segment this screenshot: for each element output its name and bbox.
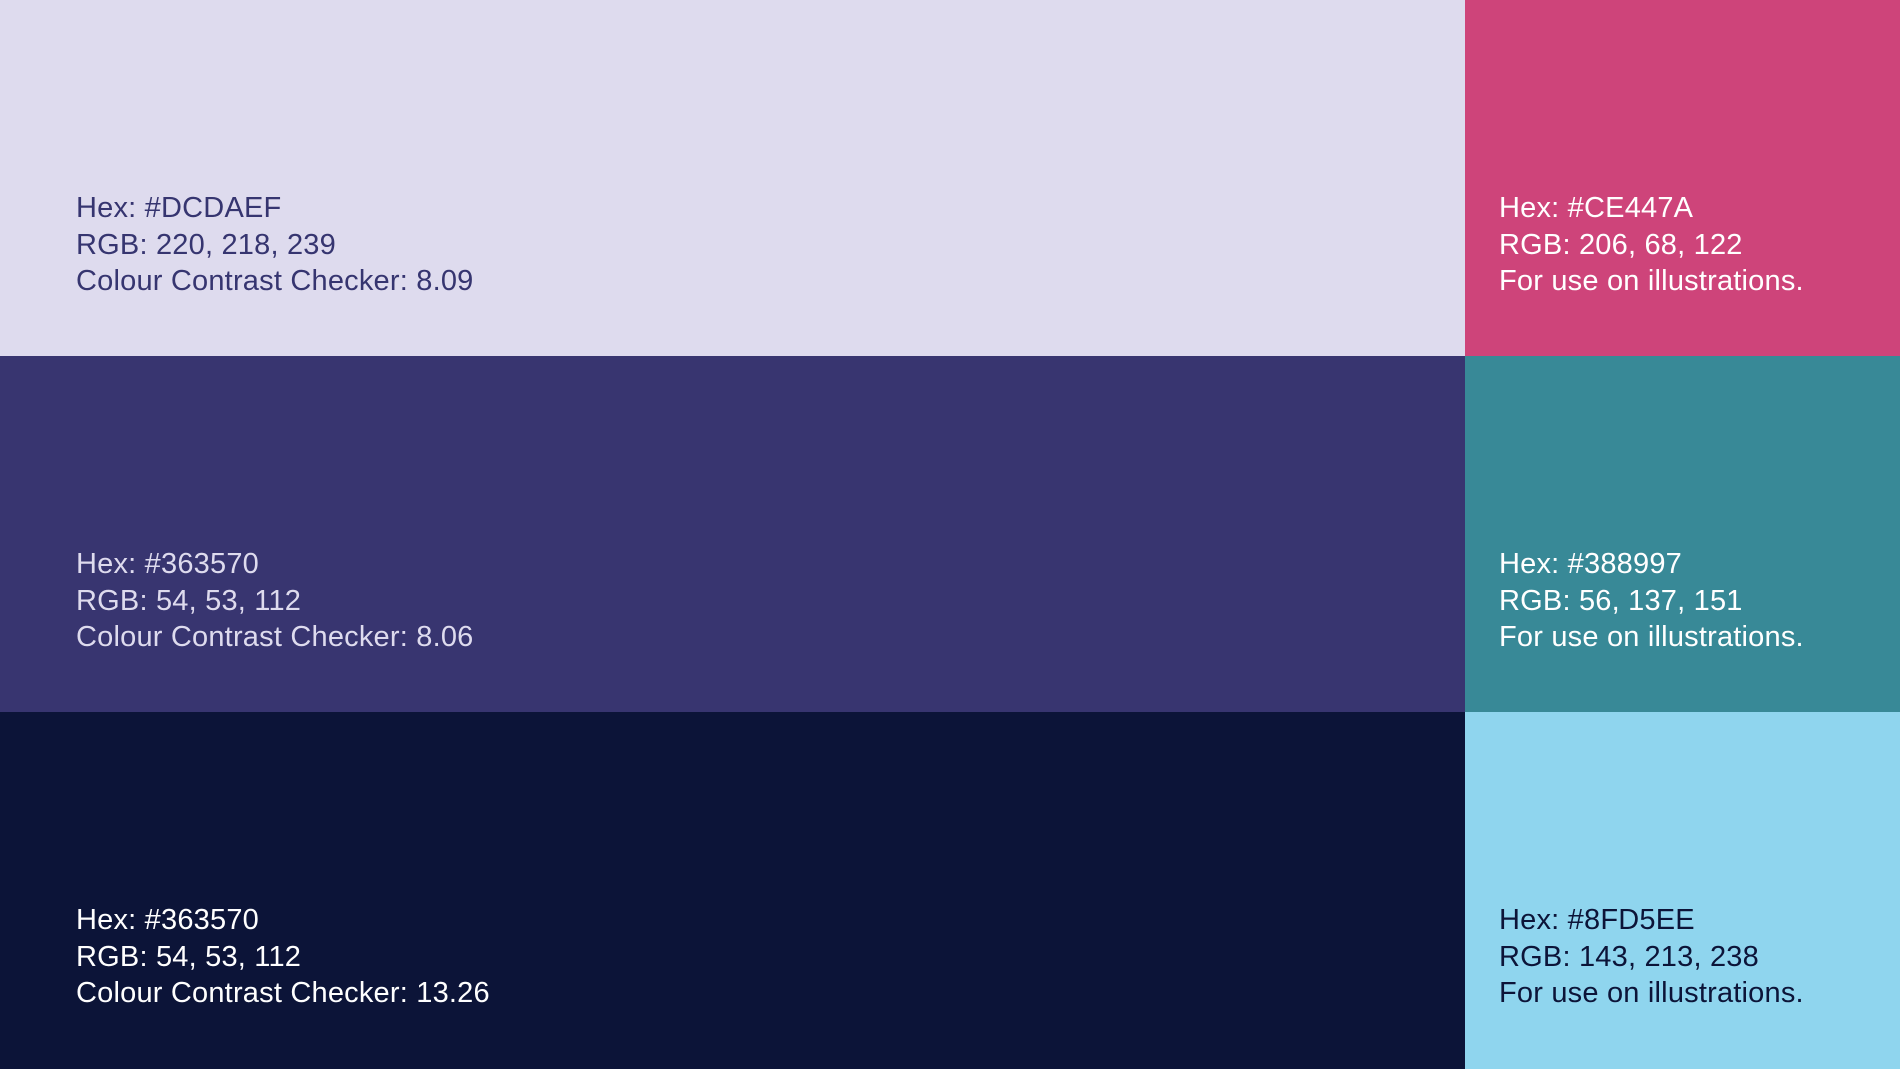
swatch-rgb: RGB: 56, 137, 151 (1499, 584, 1743, 617)
swatch-hex: Hex: #363570 (76, 904, 259, 936)
swatch-note: For use on illustrations. (1499, 621, 1804, 653)
swatch-note: Colour Contrast Checker: 8.09 (76, 265, 474, 297)
swatch-rgb: RGB: 143, 213, 238 (1499, 940, 1759, 973)
swatch-hex: Hex: #8FD5EE (1499, 904, 1695, 936)
swatch-rgb: RGB: 220, 218, 239 (76, 228, 336, 261)
swatch-hex: Hex: #DCDAEF (76, 192, 282, 224)
swatch-note: Colour Contrast Checker: 8.06 (76, 621, 474, 653)
swatch-teal: Hex: #388997 RGB: 56, 137, 151 For use o… (1465, 356, 1900, 712)
swatch-indigo: Hex: #363570 RGB: 54, 53, 112 Colour Con… (0, 356, 1465, 712)
swatch-info: Hex: #CE447A RGB: 206, 68, 122 For use o… (1499, 190, 1804, 300)
swatch-info: Hex: #363570 RGB: 54, 53, 112 Colour Con… (76, 902, 490, 1012)
swatch-note: For use on illustrations. (1499, 265, 1804, 297)
swatch-sky-blue: Hex: #8FD5EE RGB: 143, 213, 238 For use … (1465, 712, 1900, 1069)
swatch-pink: Hex: #CE447A RGB: 206, 68, 122 For use o… (1465, 0, 1900, 356)
swatch-note: For use on illustrations. (1499, 977, 1804, 1009)
colour-palette: Hex: #DCDAEF RGB: 220, 218, 239 Colour C… (0, 0, 1900, 1069)
swatch-info: Hex: #388997 RGB: 56, 137, 151 For use o… (1499, 546, 1804, 656)
swatch-hex: Hex: #388997 (1499, 548, 1682, 580)
swatch-hex: Hex: #363570 (76, 548, 259, 580)
swatch-note: Colour Contrast Checker: 13.26 (76, 977, 490, 1009)
swatch-info: Hex: #363570 RGB: 54, 53, 112 Colour Con… (76, 546, 473, 656)
swatch-lavender: Hex: #DCDAEF RGB: 220, 218, 239 Colour C… (0, 0, 1465, 356)
swatch-navy: Hex: #363570 RGB: 54, 53, 112 Colour Con… (0, 712, 1465, 1069)
swatch-rgb: RGB: 206, 68, 122 (1499, 228, 1743, 261)
swatch-rgb: RGB: 54, 53, 112 (76, 940, 302, 973)
swatch-rgb: RGB: 54, 53, 112 (76, 584, 302, 617)
swatch-hex: Hex: #CE447A (1499, 192, 1694, 224)
swatch-info: Hex: #DCDAEF RGB: 220, 218, 239 Colour C… (76, 190, 473, 300)
swatch-info: Hex: #8FD5EE RGB: 143, 213, 238 For use … (1499, 902, 1804, 1012)
